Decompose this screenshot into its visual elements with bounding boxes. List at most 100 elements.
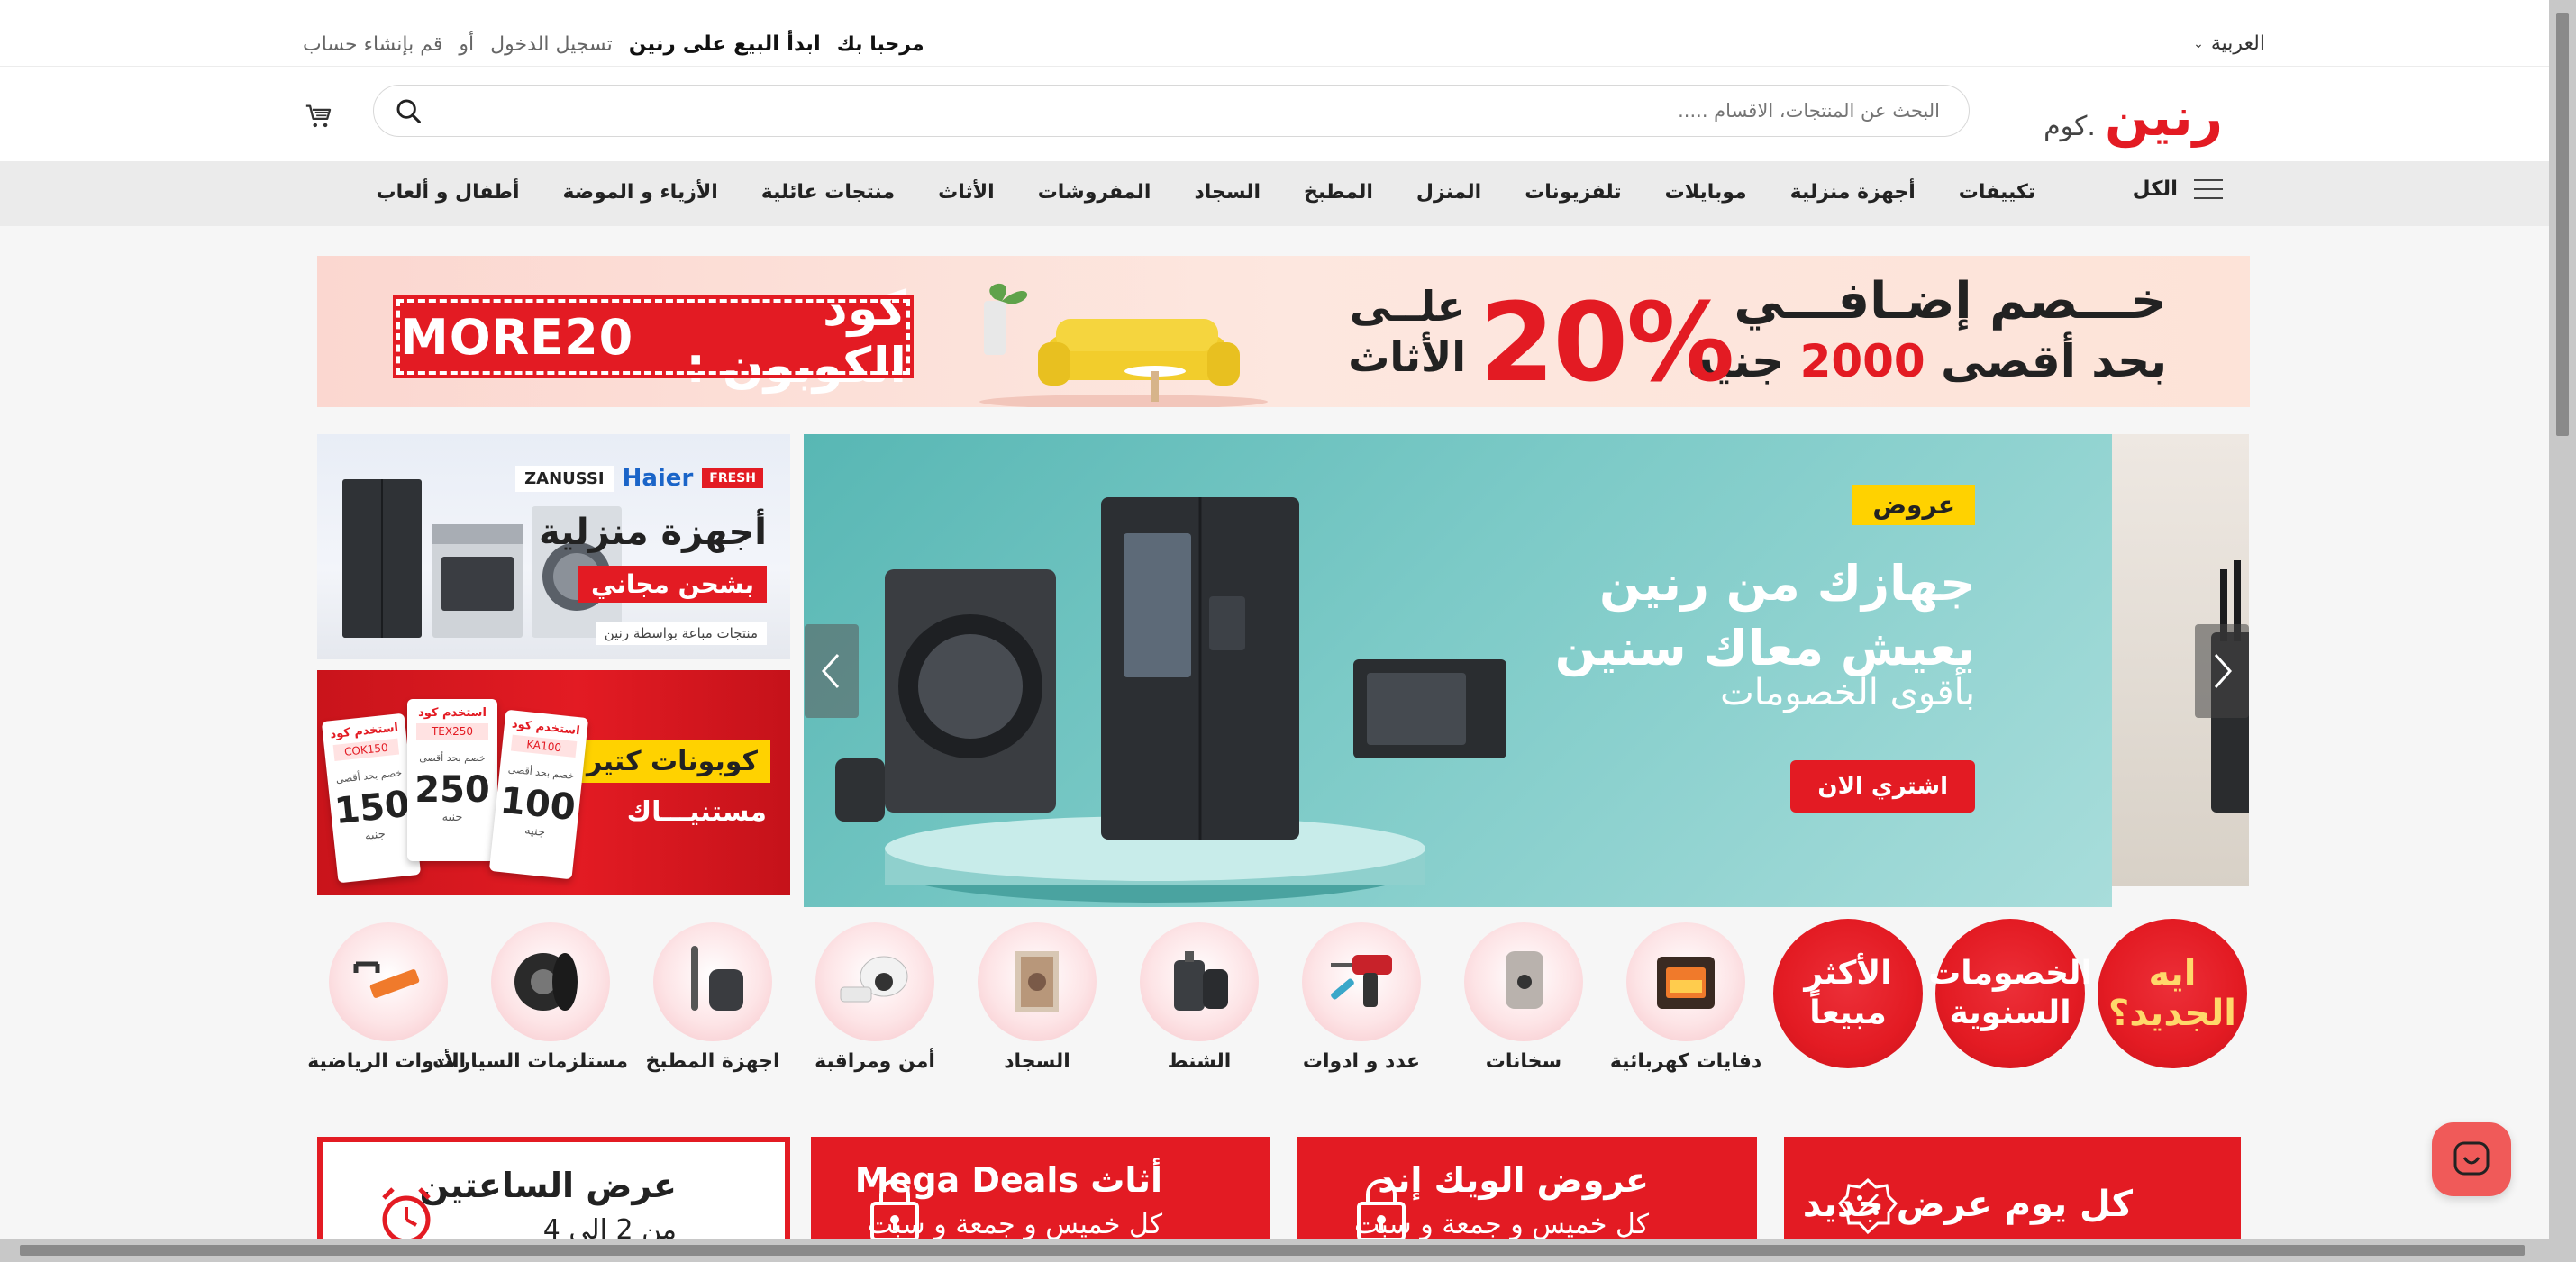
tire-icon: [514, 953, 578, 1011]
coupon-card: استخدم كود TEX250 خصم بحد أقصى 250 جنيه: [407, 699, 497, 861]
cart-icon[interactable]: [303, 101, 335, 132]
coupon-min: خصم بحد أقصى: [335, 767, 403, 785]
scrollbar-thumb[interactable]: [20, 1245, 2525, 1256]
search-input[interactable]: [437, 95, 1940, 127]
language-selector[interactable]: العربية ⌄: [2193, 32, 2265, 55]
deal-card-daily[interactable]: كل يوم عرض جديد: [1784, 1137, 2241, 1245]
circle-electric-heaters[interactable]: دفايات كهربائية: [1608, 919, 1763, 1073]
slider-prev-button[interactable]: [805, 624, 859, 718]
coupons-banner[interactable]: كوبونات كتير مستنيـــاك استخدم كود COK15…: [317, 670, 790, 895]
circle-sports-tools[interactable]: الأدوات الرياضية: [307, 919, 466, 1073]
water-heater-icon: [1506, 951, 1543, 1009]
nav-item-ac[interactable]: تكييفات: [1959, 181, 2035, 204]
nav-item-kids-toys[interactable]: أطفال و ألعاب: [376, 181, 519, 204]
logo-com: .كوم: [2044, 111, 2096, 142]
deal-title: عرض الساعتين: [419, 1166, 677, 1205]
circle-tools[interactable]: عدد و ادوات: [1284, 919, 1439, 1073]
free-shipping-badge: بشحن مجاني: [578, 566, 767, 603]
luggage-icon: [1174, 951, 1228, 1011]
site-logo[interactable]: رنين .كوم: [2044, 86, 2224, 148]
hamburger-icon: [2194, 179, 2223, 199]
circle-bags[interactable]: الشنط: [1122, 919, 1277, 1073]
promo-sub-prefix: بحد أقصى: [1941, 335, 2167, 387]
side1-title: أجهزة منزلية: [539, 512, 767, 553]
circle-water-heaters[interactable]: سخانات: [1446, 919, 1601, 1073]
nav-item-kitchen[interactable]: المطبخ: [1304, 181, 1373, 204]
home-appliances-banner[interactable]: ZANUSSI Haier FRESH أجهزة منزلية بشحن مج…: [317, 434, 790, 659]
annual-discounts-badge: الخصومات السنوية: [1928, 919, 2092, 1068]
circle-car-accessories[interactable]: مستلزمات السيارات: [432, 919, 628, 1073]
offers-badge: عروض: [1852, 485, 1975, 525]
circle-kitchen-appliances[interactable]: اجهزة المطبخ: [635, 919, 790, 1073]
deal-card-mega-furniture[interactable]: أثاث Mega Deals كل خميس و جمعة و سبت: [811, 1137, 1270, 1245]
whats-new-badge: ايه الجديد؟: [2098, 919, 2247, 1068]
air-fryer-icon: [691, 946, 743, 1011]
smile-chat-icon: [2453, 1141, 2490, 1176]
deal-card-weekend[interactable]: عروض الويك إند كل خميس و جمعة و سبت: [1297, 1137, 1757, 1245]
coupon-value: 250: [414, 769, 490, 811]
nav-item-carpets[interactable]: السجاد: [1194, 181, 1261, 204]
coupon-code: TEX250: [416, 723, 488, 740]
lock-icon: [1357, 1179, 1406, 1241]
circle-carpets[interactable]: السجاد: [960, 919, 1115, 1073]
chevron-left-icon: [821, 654, 840, 688]
coupon-unit: جنيه: [441, 811, 463, 824]
circle-label: الأدوات الرياضية: [307, 1050, 466, 1073]
or-text: أو: [459, 32, 475, 56]
nav-item-mobiles[interactable]: موبايلات: [1665, 181, 1747, 204]
nav-item-family-products[interactable]: منتجات عائلية: [761, 181, 895, 204]
promo-banner[interactable]: خـــصم إضـافـــي بحد أقصى 2000 جنيه 20% …: [317, 256, 2250, 407]
logo-arabic: رنين: [2104, 86, 2224, 148]
coupons-subtitle: مستنيـــاك: [626, 796, 767, 828]
coupon-min: خصم بحد أقصى: [507, 763, 575, 782]
top-utility-bar: العربية ⌄ مرحبا بك ابدأ البيع على رنين ت…: [0, 0, 2549, 67]
nav-item-fashion[interactable]: الأزياء و الموضة: [563, 181, 718, 204]
brand-fresh: FRESH: [702, 468, 763, 488]
circle-security[interactable]: أمن ومراقبة: [797, 919, 952, 1073]
circle-best-sellers[interactable]: الأكثر مبيعاً: [1770, 919, 1925, 1068]
all-label: الكل: [2132, 177, 2178, 201]
coupon-card: استخدم كود COK150 خصم بحد أقصى 150 جنيه: [321, 713, 422, 884]
coupon-head: استخدم كود: [418, 706, 487, 720]
page: العربية ⌄ مرحبا بك ابدأ البيع على رنين ت…: [0, 0, 2576, 1262]
brand-logos: ZANUSSI Haier FRESH: [515, 465, 763, 492]
login-link[interactable]: تسجيل الدخول: [490, 33, 613, 56]
chat-button[interactable]: [2432, 1122, 2511, 1196]
nav-item-furniture[interactable]: الأثاث: [938, 181, 995, 204]
nav-item-home-appliances[interactable]: أجهزة منزلية: [1790, 181, 1916, 204]
nav-item-home[interactable]: المنزل: [1416, 181, 1481, 204]
coupon-min: خصم بحد أقصى: [419, 752, 486, 764]
vertical-scrollbar[interactable]: [2549, 0, 2576, 1262]
hero-slider[interactable]: عروض جهازك من رنين يعيش معاك سنين بأقوى …: [804, 434, 2112, 907]
all-categories-button[interactable]: الكل: [2133, 177, 2223, 201]
register-link[interactable]: قم بإنشاء حساب: [303, 33, 442, 56]
scrollbar-thumb[interactable]: [2556, 13, 2569, 436]
main-header: رنين .كوم: [0, 67, 2549, 161]
circle-label: الشنط: [1167, 1050, 1232, 1073]
deal-card-two-hours[interactable]: عرض الساعتين من 2 الى 4: [317, 1137, 790, 1245]
circle-whats-new[interactable]: ايه الجديد؟: [2095, 919, 2250, 1068]
circle-label: سخانات: [1485, 1050, 1562, 1073]
start-selling-link[interactable]: ابدأ البيع على رنين: [629, 32, 821, 56]
circle-label: مستلزمات السيارات: [432, 1050, 628, 1073]
best-sellers-badge: الأكثر مبيعاً: [1773, 919, 1923, 1068]
camera-icon: [840, 956, 908, 1003]
promo-title: خـــصم إضـافـــي: [1734, 272, 2167, 331]
coupon-code: COK150: [332, 738, 400, 762]
appliances-illustration: [342, 479, 622, 638]
buy-now-button[interactable]: اشتري الان: [1790, 760, 1975, 813]
circle-label: عدد و ادوات: [1302, 1050, 1421, 1073]
promo-percent: 20%: [1479, 281, 1734, 406]
search-icon[interactable]: [394, 96, 424, 127]
circle-annual-discounts[interactable]: الخصومات السنوية: [1928, 919, 2092, 1068]
circle-label: أمن ومراقبة: [815, 1050, 935, 1073]
appliances-scene-illustration: [835, 497, 1506, 903]
slider-next-button[interactable]: [2195, 624, 2249, 718]
circle-label: السجاد: [1004, 1050, 1070, 1073]
horizontal-scrollbar[interactable]: [0, 1239, 2549, 1262]
nav-item-bedding[interactable]: المفروشات: [1038, 181, 1151, 204]
nav-item-tvs[interactable]: تلفزيونات: [1525, 181, 1621, 204]
welcome-text: مرحبا بك: [836, 32, 924, 56]
sofa-illustration: [979, 283, 1268, 407]
chevron-right-icon: [2214, 654, 2233, 688]
